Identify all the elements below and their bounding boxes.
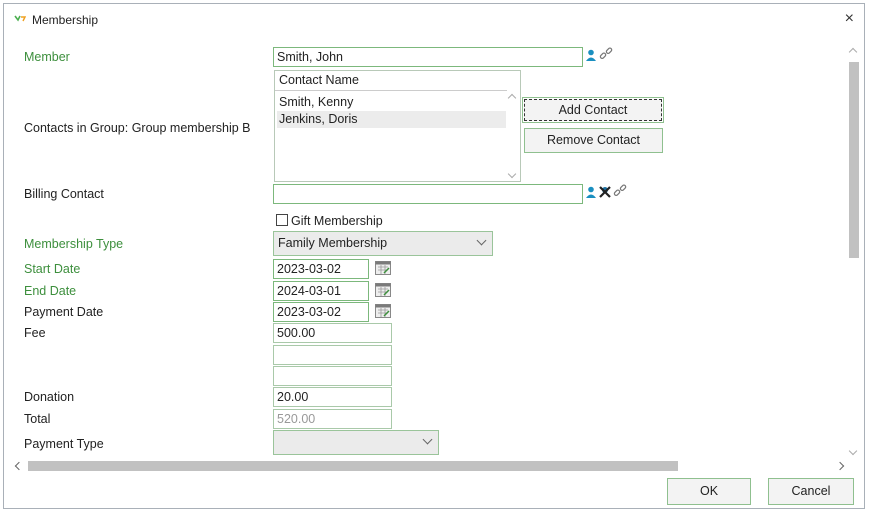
scroll-up-icon[interactable] [848, 47, 858, 57]
membership-dialog: Membership × Member Smith, John Contacts… [3, 3, 865, 509]
donation-label: Donation [24, 390, 75, 404]
cancel-button[interactable]: Cancel [768, 478, 854, 505]
extra-amount-field-2[interactable] [273, 366, 392, 386]
contacts-list[interactable]: Contact Name Smith, Kenny Jenkins, Doris [274, 70, 521, 182]
chevron-down-icon [422, 434, 433, 445]
add-contact-button[interactable]: Add Contact [522, 97, 664, 123]
app-logo-icon [14, 15, 26, 22]
scroll-down-icon[interactable] [848, 446, 858, 456]
total-label: Total [24, 412, 51, 426]
start-date-label: Start Date [24, 262, 81, 276]
remove-icon[interactable] [599, 186, 611, 198]
contact-name-column-header[interactable]: Contact Name [275, 71, 507, 91]
scroll-left-icon[interactable] [14, 461, 24, 471]
contacts-scrollbar[interactable] [506, 91, 520, 181]
person-icon[interactable] [585, 49, 597, 61]
scroll-right-icon[interactable] [835, 461, 845, 471]
list-item-selected[interactable]: Jenkins, Doris [277, 111, 506, 128]
membership-type-label: Membership Type [24, 237, 124, 251]
member-label: Member [24, 50, 70, 64]
end-date-field[interactable]: 2024-03-01 [273, 281, 369, 301]
gift-membership-checkbox[interactable]: Gift Membership [276, 214, 383, 228]
scroll-up-icon[interactable] [507, 93, 517, 103]
total-field: 520.00 [273, 409, 392, 429]
link-icon[interactable] [599, 47, 613, 61]
gift-membership-label: Gift Membership [291, 214, 383, 228]
extra-amount-field-1[interactable] [273, 345, 392, 365]
billing-contact-field[interactable] [273, 184, 583, 204]
start-date-field[interactable]: 2023-03-02 [273, 259, 369, 279]
list-item[interactable]: Smith, Kenny [277, 94, 506, 111]
calendar-icon[interactable] [375, 283, 391, 297]
link-icon[interactable] [613, 184, 627, 198]
payment-date-field[interactable]: 2023-03-02 [273, 302, 369, 322]
window-title: Membership [32, 13, 99, 27]
horizontal-scrollbar[interactable] [12, 459, 847, 473]
title-bar: Membership × [4, 4, 864, 36]
vertical-scrollbar[interactable] [847, 44, 861, 459]
billing-contact-label: Billing Contact [24, 187, 104, 201]
vertical-scroll-thumb[interactable] [849, 62, 859, 258]
contacts-group-label: Contacts in Group: Group membership B [24, 121, 251, 135]
payment-date-label: Payment Date [24, 305, 104, 319]
remove-contact-button[interactable]: Remove Contact [524, 128, 663, 153]
membership-type-value: Family Membership [278, 236, 388, 250]
calendar-icon[interactable] [375, 304, 391, 318]
payment-type-label: Payment Type [24, 437, 104, 451]
fee-label: Fee [24, 326, 46, 340]
person-icon[interactable] [585, 186, 597, 198]
end-date-label: End Date [24, 284, 77, 298]
payment-type-select[interactable] [273, 430, 439, 455]
calendar-icon[interactable] [375, 261, 391, 275]
membership-type-select[interactable]: Family Membership [273, 231, 493, 256]
scroll-down-icon[interactable] [507, 169, 517, 179]
horizontal-scroll-thumb[interactable] [28, 461, 678, 471]
donation-field[interactable]: 20.00 [273, 387, 392, 407]
checkbox-box[interactable] [276, 214, 288, 226]
member-field[interactable]: Smith, John [273, 47, 583, 67]
ok-button[interactable]: OK [667, 478, 751, 505]
fee-field[interactable]: 500.00 [273, 323, 392, 343]
close-icon[interactable]: × [845, 10, 854, 28]
chevron-down-icon [476, 235, 487, 246]
